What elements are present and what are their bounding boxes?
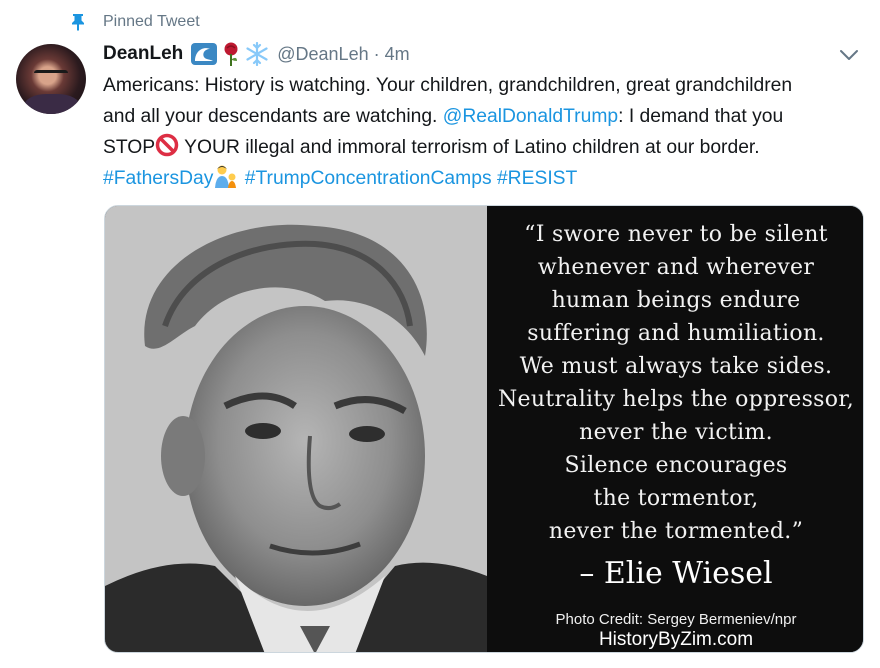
quote-line: We must always take sides. <box>519 354 833 379</box>
quote-line: human beings endure <box>551 288 801 313</box>
quote-line: “I swore never to be silent <box>524 222 828 247</box>
quote-line: suffering and humiliation. <box>527 321 825 346</box>
tweet-header: DeanLeh @DeanLeh · 4m <box>103 40 410 68</box>
wave-icon <box>191 43 218 65</box>
quote-author: – Elie Wiesel <box>579 556 773 591</box>
tweet-text-line-1: Americans: History is watching. Your chi… <box>103 75 793 96</box>
tweet-text-line-4: #FathersDay #TrumpConcentrationCamps #RE… <box>103 163 873 194</box>
tweet-media-image[interactable]: “I swore never to be silent whenever and… <box>104 205 864 653</box>
pinned-label: Pinned Tweet <box>103 13 200 30</box>
tweet-text-segment: YOUR illegal and immoral terrorism of La… <box>179 137 760 158</box>
prohibited-icon <box>155 133 179 157</box>
hashtag-link[interactable]: #TrumpConcentrationCamps <box>245 168 492 189</box>
hashtag-link[interactable]: #FathersDay <box>103 168 213 189</box>
avatar[interactable] <box>16 44 86 114</box>
quote-line: never the victim. <box>579 420 773 445</box>
rose-icon <box>224 42 238 66</box>
hashtag-link[interactable]: #RESIST <box>497 168 577 189</box>
portrait-photo <box>105 206 487 652</box>
tweet-text-line-3: STOP YOUR illegal and immoral terrorism … <box>103 132 873 163</box>
separator-dot: · <box>373 43 380 64</box>
tweet-text-line-2: and all your descendants are watching. @… <box>103 101 873 132</box>
quote-panel: “I swore never to be silent whenever and… <box>487 206 863 652</box>
quote-text: “I swore never to be silent whenever and… <box>487 218 863 548</box>
tweet-timestamp[interactable]: 4m <box>385 44 410 65</box>
photo-credit: Photo Credit: Sergey Bermeniev/npr <box>555 611 797 628</box>
quote-line: Neutrality helps the oppressor, <box>497 387 855 412</box>
pinned-tweet-indicator: Pinned Tweet <box>70 10 200 34</box>
pin-icon <box>70 13 86 31</box>
quote-line: Silence encourages <box>564 453 788 478</box>
name-emojis <box>191 42 269 66</box>
tweet-text-segment: and all your descendants are watching. <box>103 106 443 127</box>
tweet-text-segment: STOP <box>103 137 156 158</box>
tweet-text-segment: : I demand that you <box>618 106 784 127</box>
father-child-icon <box>215 165 237 188</box>
source-site: HistoryByZim.com <box>598 629 754 650</box>
more-options-chevron-icon[interactable] <box>838 48 860 62</box>
quote-line: the tormentor, <box>593 486 759 511</box>
mention-link[interactable]: @RealDonaldTrump <box>443 106 618 127</box>
quote-line: whenever and wherever <box>537 255 815 280</box>
user-handle[interactable]: @DeanLeh <box>277 44 368 65</box>
snowflake-icon <box>246 42 268 66</box>
quote-line: never the tormented.” <box>548 519 804 544</box>
tweet-text: Americans: History is watching. Your chi… <box>103 70 873 194</box>
display-name[interactable]: DeanLeh <box>103 43 183 65</box>
